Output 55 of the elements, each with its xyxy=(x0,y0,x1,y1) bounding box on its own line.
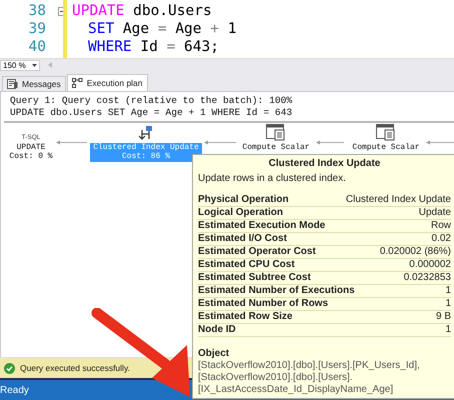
property-name: Estimated I/O Cost xyxy=(198,233,287,245)
success-check-icon xyxy=(4,362,15,374)
plan-operator-label[interactable]: Compute Scalar xyxy=(349,142,423,152)
property-name: Physical Operation xyxy=(198,194,289,206)
object-heading: Object xyxy=(198,348,230,360)
status-message: Query executed successfully. xyxy=(20,363,130,374)
property-value: Row xyxy=(430,220,451,232)
index-tree-icon[interactable] xyxy=(137,124,155,141)
property-name: Logical Operation xyxy=(198,207,284,219)
tooltip-title: Clustered Index Update xyxy=(268,158,382,170)
tab[interactable]: Messages xyxy=(2,76,66,91)
property-name: Estimated CPU Cost xyxy=(198,259,295,271)
property-name: Estimated Row Size xyxy=(198,311,292,323)
property-value: 1 xyxy=(445,285,451,297)
property-name: Estimated Number of Rows xyxy=(198,298,328,310)
property-name: Estimated Number of Executions xyxy=(198,285,355,297)
plan-operator-label[interactable]: UPDATE Cost: 0 % xyxy=(6,142,56,162)
property-value: 9 B xyxy=(436,311,451,323)
property-value: 0.020002 (86%) xyxy=(380,246,451,258)
object-name: [StackOverflow2010].[dbo].[Users]. xyxy=(198,372,354,384)
tooltip-description: Update rows in a clustered index. xyxy=(198,173,347,185)
property-value: 0.0232853 xyxy=(404,272,451,284)
connector-arrow xyxy=(56,140,87,145)
query-text: UPDATE dbo.Users SET Age = Age + 1 WHERE Id = 643 xyxy=(10,106,294,119)
property-value: Update xyxy=(418,207,451,219)
property-value: 1 xyxy=(445,324,451,336)
property-name: Estimated Execution Mode xyxy=(198,220,326,232)
code-line: WHERE Id = 643; xyxy=(88,39,219,55)
calculator-window-icon[interactable] xyxy=(376,124,396,141)
caret-icon xyxy=(32,64,37,67)
tab[interactable]: Execution plan xyxy=(66,74,148,91)
property-value: 1 xyxy=(445,298,451,310)
property-name: Estimated Operator Cost xyxy=(198,246,316,258)
document-icon xyxy=(7,78,18,89)
property-name: Node ID xyxy=(198,324,236,336)
code-line: SET Age = Age + 1 xyxy=(88,21,236,37)
plan-tree-icon xyxy=(72,78,83,88)
connector-arrow xyxy=(426,140,454,145)
object-name: [StackOverflow2010].[dbo].[Users].[PK_Users_Id], xyxy=(198,360,421,372)
query-text: Query 1: Query cost (relative to the batch): 100% xyxy=(10,94,294,107)
property-value: 0.000002 xyxy=(409,259,451,271)
property-value: 0.02 xyxy=(432,233,451,245)
connector-arrow xyxy=(204,140,236,145)
object-name: [IX_LastAccessDate_Id_DisplayName_Age] xyxy=(198,384,394,396)
line-number: 38 xyxy=(28,3,47,19)
line-number: 40 xyxy=(28,39,47,55)
status-text: Ready xyxy=(0,384,29,396)
calculator-window-icon[interactable] xyxy=(266,124,286,141)
property-name: Estimated Subtree Cost xyxy=(198,272,311,284)
code-line: UPDATE dbo.Users xyxy=(72,3,212,19)
line-number: 39 xyxy=(28,21,47,37)
property-value: Clustered Index Update xyxy=(346,194,451,206)
connector-arrow xyxy=(316,140,344,145)
plan-operator-label[interactable]: Compute Scalar xyxy=(239,142,313,152)
zoom-dropdown[interactable]: 150 % xyxy=(0,60,40,71)
